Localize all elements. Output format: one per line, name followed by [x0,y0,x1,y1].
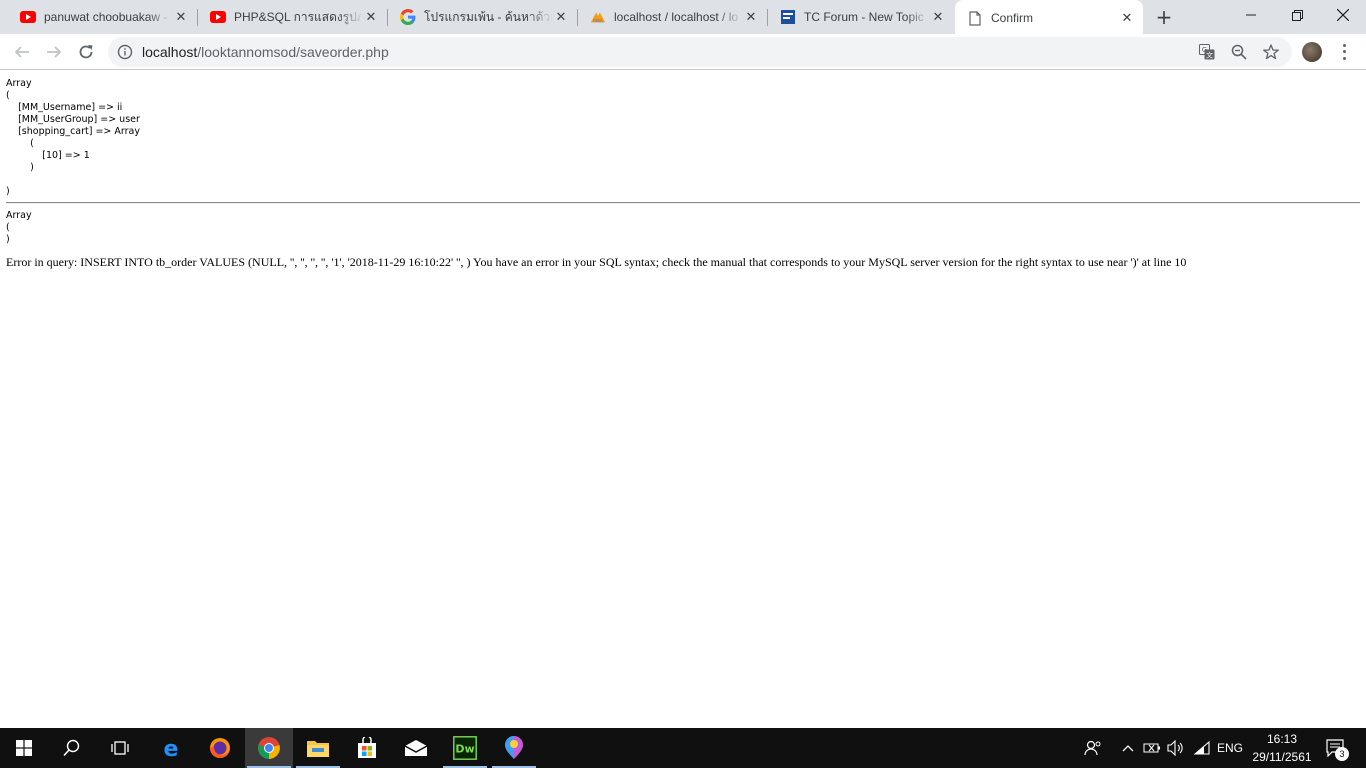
tab-title: Confirm [991,11,1034,25]
arrow-right-icon [47,46,62,58]
close-window-button[interactable] [1320,0,1366,30]
browser-menu-icon[interactable] [1336,42,1352,62]
browser-toolbar: localhost/looktannomsod/saveorder.php G文 [0,34,1366,70]
page-icon [967,10,983,26]
tab-tc-forum[interactable]: TC Forum - New Topic ✕ [768,0,954,34]
edge-icon: e [164,737,179,759]
clock-date[interactable]: 29/11/2561 [1250,750,1314,764]
url-host: localhost [142,44,198,60]
volume-icon[interactable] [1166,738,1186,758]
tab-google-search[interactable]: โปรแกรมเพ้น - ค้นหาด้วย Google ✕ [388,0,577,34]
tab-title: โปรแกรมเพ้น - ค้นหาด้วย Google [424,9,553,24]
taskbar-mail[interactable] [392,728,440,768]
tab-title: TC Forum - New Topic [804,10,924,24]
svg-text:文: 文 [1206,51,1213,60]
taskbar-firefox[interactable] [196,728,244,768]
chrome-icon [258,737,280,759]
taskbar-store[interactable] [343,728,391,768]
svg-text:e: e [164,737,179,759]
task-view-icon [111,741,129,755]
windows-taskbar: e Dw ENG 16:13 29/11/2561 3 [0,728,1366,768]
search-icon [63,739,80,757]
paint3d-icon [505,736,523,759]
store-bag-icon [358,737,376,758]
close-tab-icon[interactable]: ✕ [363,9,379,25]
tab-confirm[interactable]: Confirm ✕ [955,0,1143,36]
reload-button[interactable] [72,38,100,66]
wifi-icon[interactable] [1192,738,1212,758]
address-bar[interactable]: localhost/looktannomsod/saveorder.php G文 [108,37,1292,67]
reload-icon [79,45,93,59]
taskbar-chrome[interactable] [245,728,293,768]
url-path: /looktannomsod/saveorder.php [197,44,389,60]
notification-count-badge: 3 [1335,747,1349,761]
svg-text:PMA: PMA [593,18,603,24]
bookmark-star-icon[interactable] [1263,44,1279,60]
forum-icon [780,9,796,25]
clock-time[interactable]: 16:13 [1250,732,1314,746]
mail-icon [404,740,428,756]
restore-button[interactable] [1274,0,1320,30]
windows-logo-icon [16,740,32,756]
sql-error-message: Error in query: INSERT INTO tb_order VAL… [6,255,1187,269]
folder-icon [307,741,329,757]
taskbar-paint3d[interactable] [490,728,538,768]
new-tab-button[interactable]: + [1151,5,1177,29]
close-tab-icon[interactable]: ✕ [743,9,759,25]
youtube-icon [210,9,226,25]
tab-title: localhost / localhost / lo [614,10,739,24]
taskbar-dreamweaver[interactable]: Dw [441,728,489,768]
phpmyadmin-icon: PMA [590,9,606,25]
translate-icon[interactable]: G文 [1199,44,1215,60]
arrow-left-icon [14,46,29,58]
info-icon[interactable] [117,44,133,60]
youtube-icon [20,9,36,25]
tab-phpmyadmin[interactable]: PMA localhost / localhost / lo ✕ [578,0,767,34]
page-content: Array ( [MM_Username] => ii [MM_UserGrou… [0,71,1366,728]
action-center-icon[interactable]: 3 [1323,738,1349,761]
tab-strip: panuwat choobuakaw - YouTube ✕ PHP&SQL ก… [0,0,1366,36]
horizontal-rule [6,202,1360,204]
people-icon[interactable] [1083,738,1103,758]
taskbar-file-explorer[interactable] [294,728,342,768]
tab-title: PHP&SQL การแสดงรูปภาพ [234,9,363,24]
svg-text:Dw: Dw [455,743,474,756]
back-button[interactable] [8,38,36,66]
post-dump: Array ( ) [6,210,32,245]
close-tab-icon[interactable]: ✕ [173,9,189,25]
google-icon [400,9,416,25]
session-dump: Array ( [MM_Username] => ii [MM_UserGrou… [6,78,140,197]
url-text[interactable]: localhost/looktannomsod/saveorder.php [142,44,389,60]
dreamweaver-icon: Dw [453,736,477,760]
forward-button[interactable] [40,38,68,66]
tab-youtube-channel[interactable]: panuwat choobuakaw - YouTube ✕ [8,0,197,34]
firefox-icon [210,738,230,758]
close-tab-icon[interactable]: ✕ [553,9,569,25]
close-tab-icon[interactable]: ✕ [930,9,946,25]
task-view-button[interactable] [96,728,144,768]
taskbar-edge[interactable]: e [147,728,195,768]
input-language[interactable]: ENG [1214,741,1246,755]
search-button[interactable] [48,728,96,768]
chevron-up-icon[interactable] [1118,738,1138,758]
close-tab-icon[interactable]: ✕ [1119,10,1135,26]
tab-title: panuwat choobuakaw - YouTube [44,10,173,24]
profile-avatar[interactable] [1302,42,1322,62]
battery-icon[interactable] [1142,738,1162,758]
zoom-icon[interactable] [1231,44,1247,60]
minimize-button[interactable] [1228,0,1274,30]
tab-php-sql[interactable]: PHP&SQL การแสดงรูปภาพ ✕ [198,0,387,34]
start-button[interactable] [0,728,48,768]
